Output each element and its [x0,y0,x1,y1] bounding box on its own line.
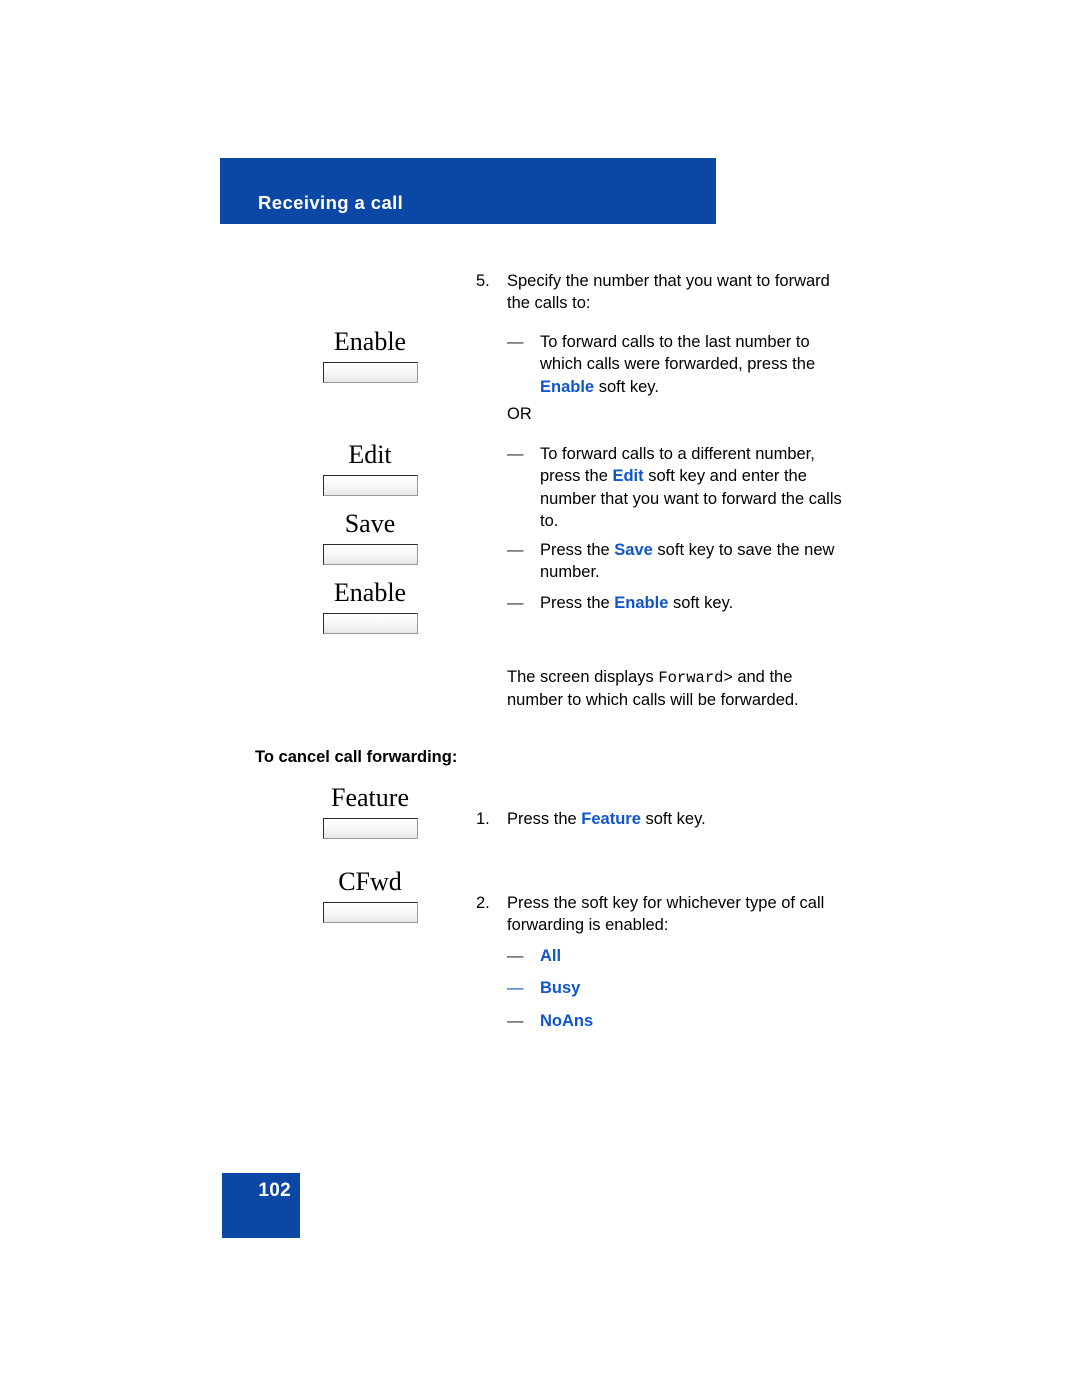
softkey-button-enable[interactable] [322,362,418,384]
softkey-label-edit: Edit [348,440,392,469]
section-header-banner: Receiving a call [220,158,716,224]
em-dash-icon: — [507,594,524,612]
option-busy[interactable]: — Busy [507,977,848,999]
softkey-keyword-feature: Feature [581,810,641,828]
step-5-number: 5. [476,272,490,290]
step-1-number: 1. [476,810,490,828]
softkey-button-cfwd[interactable] [322,902,418,924]
step-5-bullet-1: — To forward calls to the last number to… [476,331,848,398]
page-title: Receiving a call [258,192,404,213]
bullet-text-pre: To forward calls to the last number to w… [540,333,816,374]
option-noans-label: NoAns [540,1011,594,1030]
softkey-illustration-cfwd: CFwd [280,867,460,924]
softkey-illustration-save: Save [280,509,460,566]
step-5-bullet-4: — Press the Enable soft key. [476,592,848,614]
em-dash-icon: — [507,947,524,965]
softkey-keyword-enable: Enable [540,377,595,396]
step-2: 2. Press the soft key for whichever type… [476,892,848,937]
step-5-bullet-2-text: To forward calls to a different number, … [540,443,848,532]
or-separator: OR [507,405,532,423]
step-1: 1. Press the Feature soft key. [476,808,848,830]
step-5-bullet-3-text: Press the Save soft key to save the new … [540,539,848,584]
step-1-text: Press the Feature soft key. [507,808,848,830]
step-2-text: Press the soft key for whichever type of… [507,894,825,935]
step-5-bullet-4-text: Press the Enable soft key. [540,592,848,614]
page-number: 102 [258,1180,291,1201]
em-dash-icon: — [507,979,524,998]
step-5-text: Specify the number that you want to forw… [507,272,830,313]
softkey-button-enable-2[interactable] [322,613,418,635]
page-number-box: 102 [222,1173,300,1238]
softkey-button-save[interactable] [322,544,418,566]
step-5-bullet-3: — Press the Save soft key to save the ne… [476,539,848,584]
screen-note-code: Forward> [658,669,733,687]
bullet-text-post: soft key. [668,594,734,612]
em-dash-icon: — [507,1011,524,1030]
em-dash-icon: — [507,541,524,559]
softkey-label-save: Save [344,509,396,538]
softkey-keyword-edit: Edit [612,467,644,486]
softkey-illustration-enable-2: Enable [280,578,460,635]
option-busy-label: Busy [540,979,581,998]
step-5-bullet-1-text: To forward calls to the last number to w… [540,331,848,398]
option-all[interactable]: — All [507,945,848,967]
screen-note-pre: The screen displays [507,668,659,686]
bullet-text-post: soft key. [594,377,659,396]
softkey-label-cfwd: CFwd [338,867,402,896]
step-5: 5. Specify the number that you want to f… [476,270,848,315]
section-heading-cancel-call-forwarding: To cancel call forwarding: [255,748,458,766]
step-5-bullet-2: — To forward calls to a different number… [476,443,848,532]
option-noans[interactable]: — NoAns [507,1010,848,1032]
bullet-text-pre: Press the [540,594,615,612]
step-2-options: — All — Busy — NoAns [476,945,848,1032]
em-dash-icon: — [507,333,524,351]
step-2-number: 2. [476,894,490,912]
softkey-button-feature[interactable] [322,818,418,840]
option-all-label: All [540,947,562,965]
step-1-pre: Press the [507,810,582,828]
softkey-keyword-save: Save [614,541,653,559]
softkey-illustration-feature: Feature [280,783,460,840]
softkey-button-edit[interactable] [322,475,418,497]
softkey-keyword-enable-2: Enable [614,594,669,612]
step-1-post: soft key. [640,810,706,828]
screen-display-note: The screen displays Forward> and the num… [507,666,852,711]
em-dash-icon: — [507,445,524,463]
softkey-label-enable-2: Enable [333,578,407,607]
softkey-illustration-edit: Edit [280,440,460,497]
softkey-label-feature: Feature [331,783,409,812]
bullet-text-pre: Press the [540,541,615,559]
softkey-label-enable: Enable [333,327,407,356]
softkey-illustration-enable: Enable [280,327,460,384]
